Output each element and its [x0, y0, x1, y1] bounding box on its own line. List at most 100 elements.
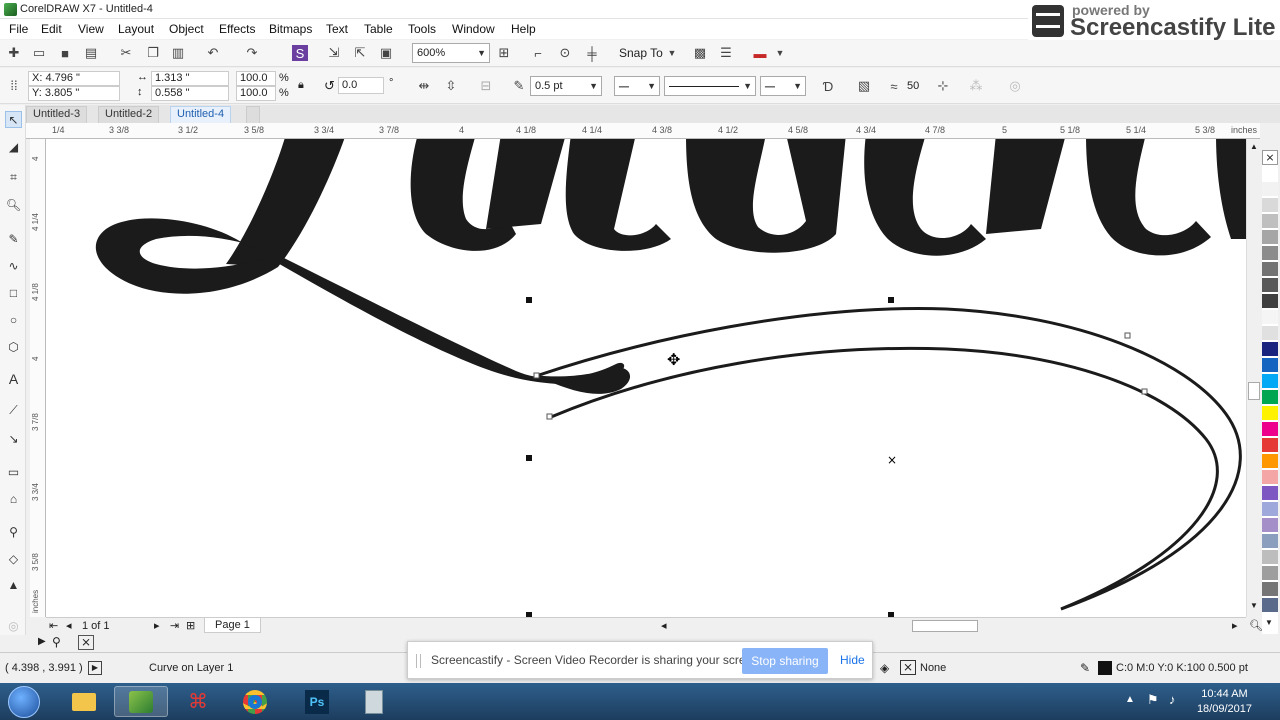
- wrap-text-icon[interactable]: ▧: [856, 78, 872, 94]
- stop-sharing-button[interactable]: Stop sharing: [742, 648, 828, 674]
- outline-width-combo[interactable]: 0.5 pt ▼: [530, 76, 602, 96]
- eyedropper-tool-icon[interactable]: ⚲: [5, 523, 22, 540]
- paste-icon[interactable]: ▥: [170, 45, 186, 61]
- scroll-down-icon[interactable]: ▼: [1250, 601, 1258, 610]
- undo-icon[interactable]: ↶: [205, 45, 221, 61]
- system-clock[interactable]: 10:44 AM 18/09/2017: [1197, 687, 1252, 717]
- next-page-icon[interactable]: ▸: [154, 619, 160, 632]
- open-folder-icon[interactable]: ▭: [31, 45, 47, 61]
- swatch-gray-mid[interactable]: [1262, 566, 1278, 581]
- shape-tool-icon[interactable]: ◢: [5, 138, 22, 155]
- swatch-gray-70[interactable]: [1262, 278, 1278, 293]
- menu-file[interactable]: File: [9, 22, 28, 36]
- tab-untitled-3[interactable]: Untitled-3: [26, 106, 88, 123]
- object-width-field[interactable]: 1.313 ": [151, 71, 229, 86]
- ignore-view-icon[interactable]: ◎: [1007, 78, 1023, 94]
- text-tool-icon[interactable]: A: [5, 370, 22, 387]
- swatch-gray-15[interactable]: [1262, 326, 1278, 341]
- redo-icon[interactable]: ↷: [244, 45, 260, 61]
- no-fill-swatch[interactable]: ⨯: [78, 635, 94, 650]
- snap-nodes-icon[interactable]: ⁂: [968, 78, 984, 94]
- zoom-level-combo[interactable]: 600% ▼: [412, 43, 490, 63]
- swatch-gray-10[interactable]: [1262, 182, 1278, 197]
- cut-icon[interactable]: ✂: [118, 45, 134, 61]
- end-arrowhead-combo[interactable]: ─ ▼: [760, 76, 806, 96]
- drop-shadow-icon[interactable]: ▭: [5, 463, 22, 480]
- curve-smoothing-field[interactable]: 50: [907, 80, 919, 92]
- no-color-swatch[interactable]: ⨯: [1262, 150, 1278, 165]
- taskbar-acrobat[interactable]: ⌘: [171, 686, 225, 717]
- object-height-field[interactable]: 0.558 ": [151, 86, 229, 101]
- swatch-blue[interactable]: [1262, 358, 1278, 373]
- line-style-combo[interactable]: ▼: [664, 76, 756, 96]
- export-icon[interactable]: ⇱: [352, 45, 368, 61]
- swatch-gray-40[interactable]: [1262, 230, 1278, 245]
- increase-smoothing-icon[interactable]: ⊹: [935, 78, 951, 94]
- palette-scroll-down-icon[interactable]: ▼: [1265, 618, 1273, 627]
- last-page-icon[interactable]: ⇥: [170, 619, 179, 632]
- parallel-dimension-icon[interactable]: ⟋: [5, 402, 22, 419]
- scroll-right-icon[interactable]: ▸: [1232, 619, 1238, 632]
- hscroll-thumb[interactable]: [912, 620, 978, 632]
- chevron-down-icon[interactable]: ▼: [772, 45, 788, 61]
- add-tool-icon[interactable]: ◎: [5, 617, 22, 634]
- tab-untitled-2[interactable]: Untitled-2: [98, 106, 160, 123]
- menu-effects[interactable]: Effects: [219, 22, 255, 36]
- swatch-lavender[interactable]: [1262, 502, 1278, 517]
- start-button[interactable]: [8, 686, 40, 718]
- transparency-tool-icon[interactable]: ⌂: [5, 490, 22, 507]
- swatch-gray-light[interactable]: [1262, 550, 1278, 565]
- full-screen-icon[interactable]: ⊞: [496, 45, 512, 61]
- action-center-flag-icon[interactable]: ⚑: [1147, 692, 1159, 708]
- swatch-gray-60[interactable]: [1262, 262, 1278, 277]
- position-x-field[interactable]: X: 4.796 ": [28, 71, 120, 86]
- publish-pdf-icon[interactable]: ▣: [378, 45, 394, 61]
- taskbar-coreldraw[interactable]: [114, 686, 168, 717]
- new-document-icon[interactable]: ✚: [6, 45, 22, 61]
- drag-handle-icon[interactable]: [416, 654, 421, 668]
- swatch-navy[interactable]: [1262, 342, 1278, 357]
- print-icon[interactable]: ▤: [83, 45, 99, 61]
- options-icon[interactable]: ▩: [692, 45, 708, 61]
- artistic-media-icon[interactable]: ∿: [5, 257, 22, 274]
- chevron-down-icon[interactable]: ▼: [664, 45, 680, 61]
- previous-page-icon[interactable]: ◂: [66, 619, 72, 632]
- taskbar-calculator[interactable]: [347, 686, 401, 717]
- swatch-gray-5[interactable]: [1262, 310, 1278, 325]
- menu-help[interactable]: Help: [511, 22, 536, 36]
- menu-edit[interactable]: Edit: [41, 22, 62, 36]
- show-rulers-icon[interactable]: ⌐: [530, 45, 546, 61]
- swatch-gray-dark[interactable]: [1262, 582, 1278, 597]
- first-page-icon[interactable]: ⇤: [49, 619, 58, 632]
- scroll-left-icon[interactable]: ◂: [661, 619, 667, 632]
- vertical-scrollbar[interactable]: ▲ ▼: [1246, 139, 1260, 617]
- swatch-cyan[interactable]: [1262, 374, 1278, 389]
- palette-expand-icon[interactable]: ▶: [38, 636, 46, 647]
- show-grid-icon[interactable]: ⊙: [557, 45, 573, 61]
- snap-to-dropdown[interactable]: Snap To: [619, 46, 663, 60]
- taskbar-photoshop[interactable]: Ps: [290, 686, 344, 717]
- show-guidelines-icon[interactable]: ╪: [584, 45, 600, 61]
- swatch-green[interactable]: [1262, 390, 1278, 405]
- zoom-tool-icon[interactable]: 🔍︎: [5, 196, 22, 213]
- search-content-icon[interactable]: S: [292, 45, 308, 61]
- mirror-horizontal-icon[interactable]: ⇹: [416, 78, 432, 94]
- page-tab-1[interactable]: Page 1: [204, 617, 261, 633]
- connector-tool-icon[interactable]: ↘: [5, 430, 22, 447]
- ellipse-tool-icon[interactable]: ○: [5, 311, 22, 328]
- scroll-up-icon[interactable]: ▲: [1250, 142, 1258, 151]
- swatch-gray-50[interactable]: [1262, 246, 1278, 261]
- swatch-yellow[interactable]: [1262, 406, 1278, 421]
- volume-icon[interactable]: ♪: [1169, 692, 1176, 707]
- copy-icon[interactable]: ❐: [145, 45, 161, 61]
- swatch-pink[interactable]: [1262, 470, 1278, 485]
- menu-object[interactable]: Object: [169, 22, 204, 36]
- play-icon[interactable]: ▶: [88, 661, 102, 675]
- crop-tool-icon[interactable]: ⌗: [5, 169, 22, 186]
- object-origin-icon[interactable]: ⁞⁞: [6, 77, 22, 93]
- swatch-gray-20[interactable]: [1262, 198, 1278, 213]
- menu-layout[interactable]: Layout: [118, 22, 154, 36]
- swatch-red[interactable]: [1262, 438, 1278, 453]
- start-arrowhead-combo[interactable]: ─ ▼: [614, 76, 660, 96]
- menu-tools[interactable]: Tools: [408, 22, 436, 36]
